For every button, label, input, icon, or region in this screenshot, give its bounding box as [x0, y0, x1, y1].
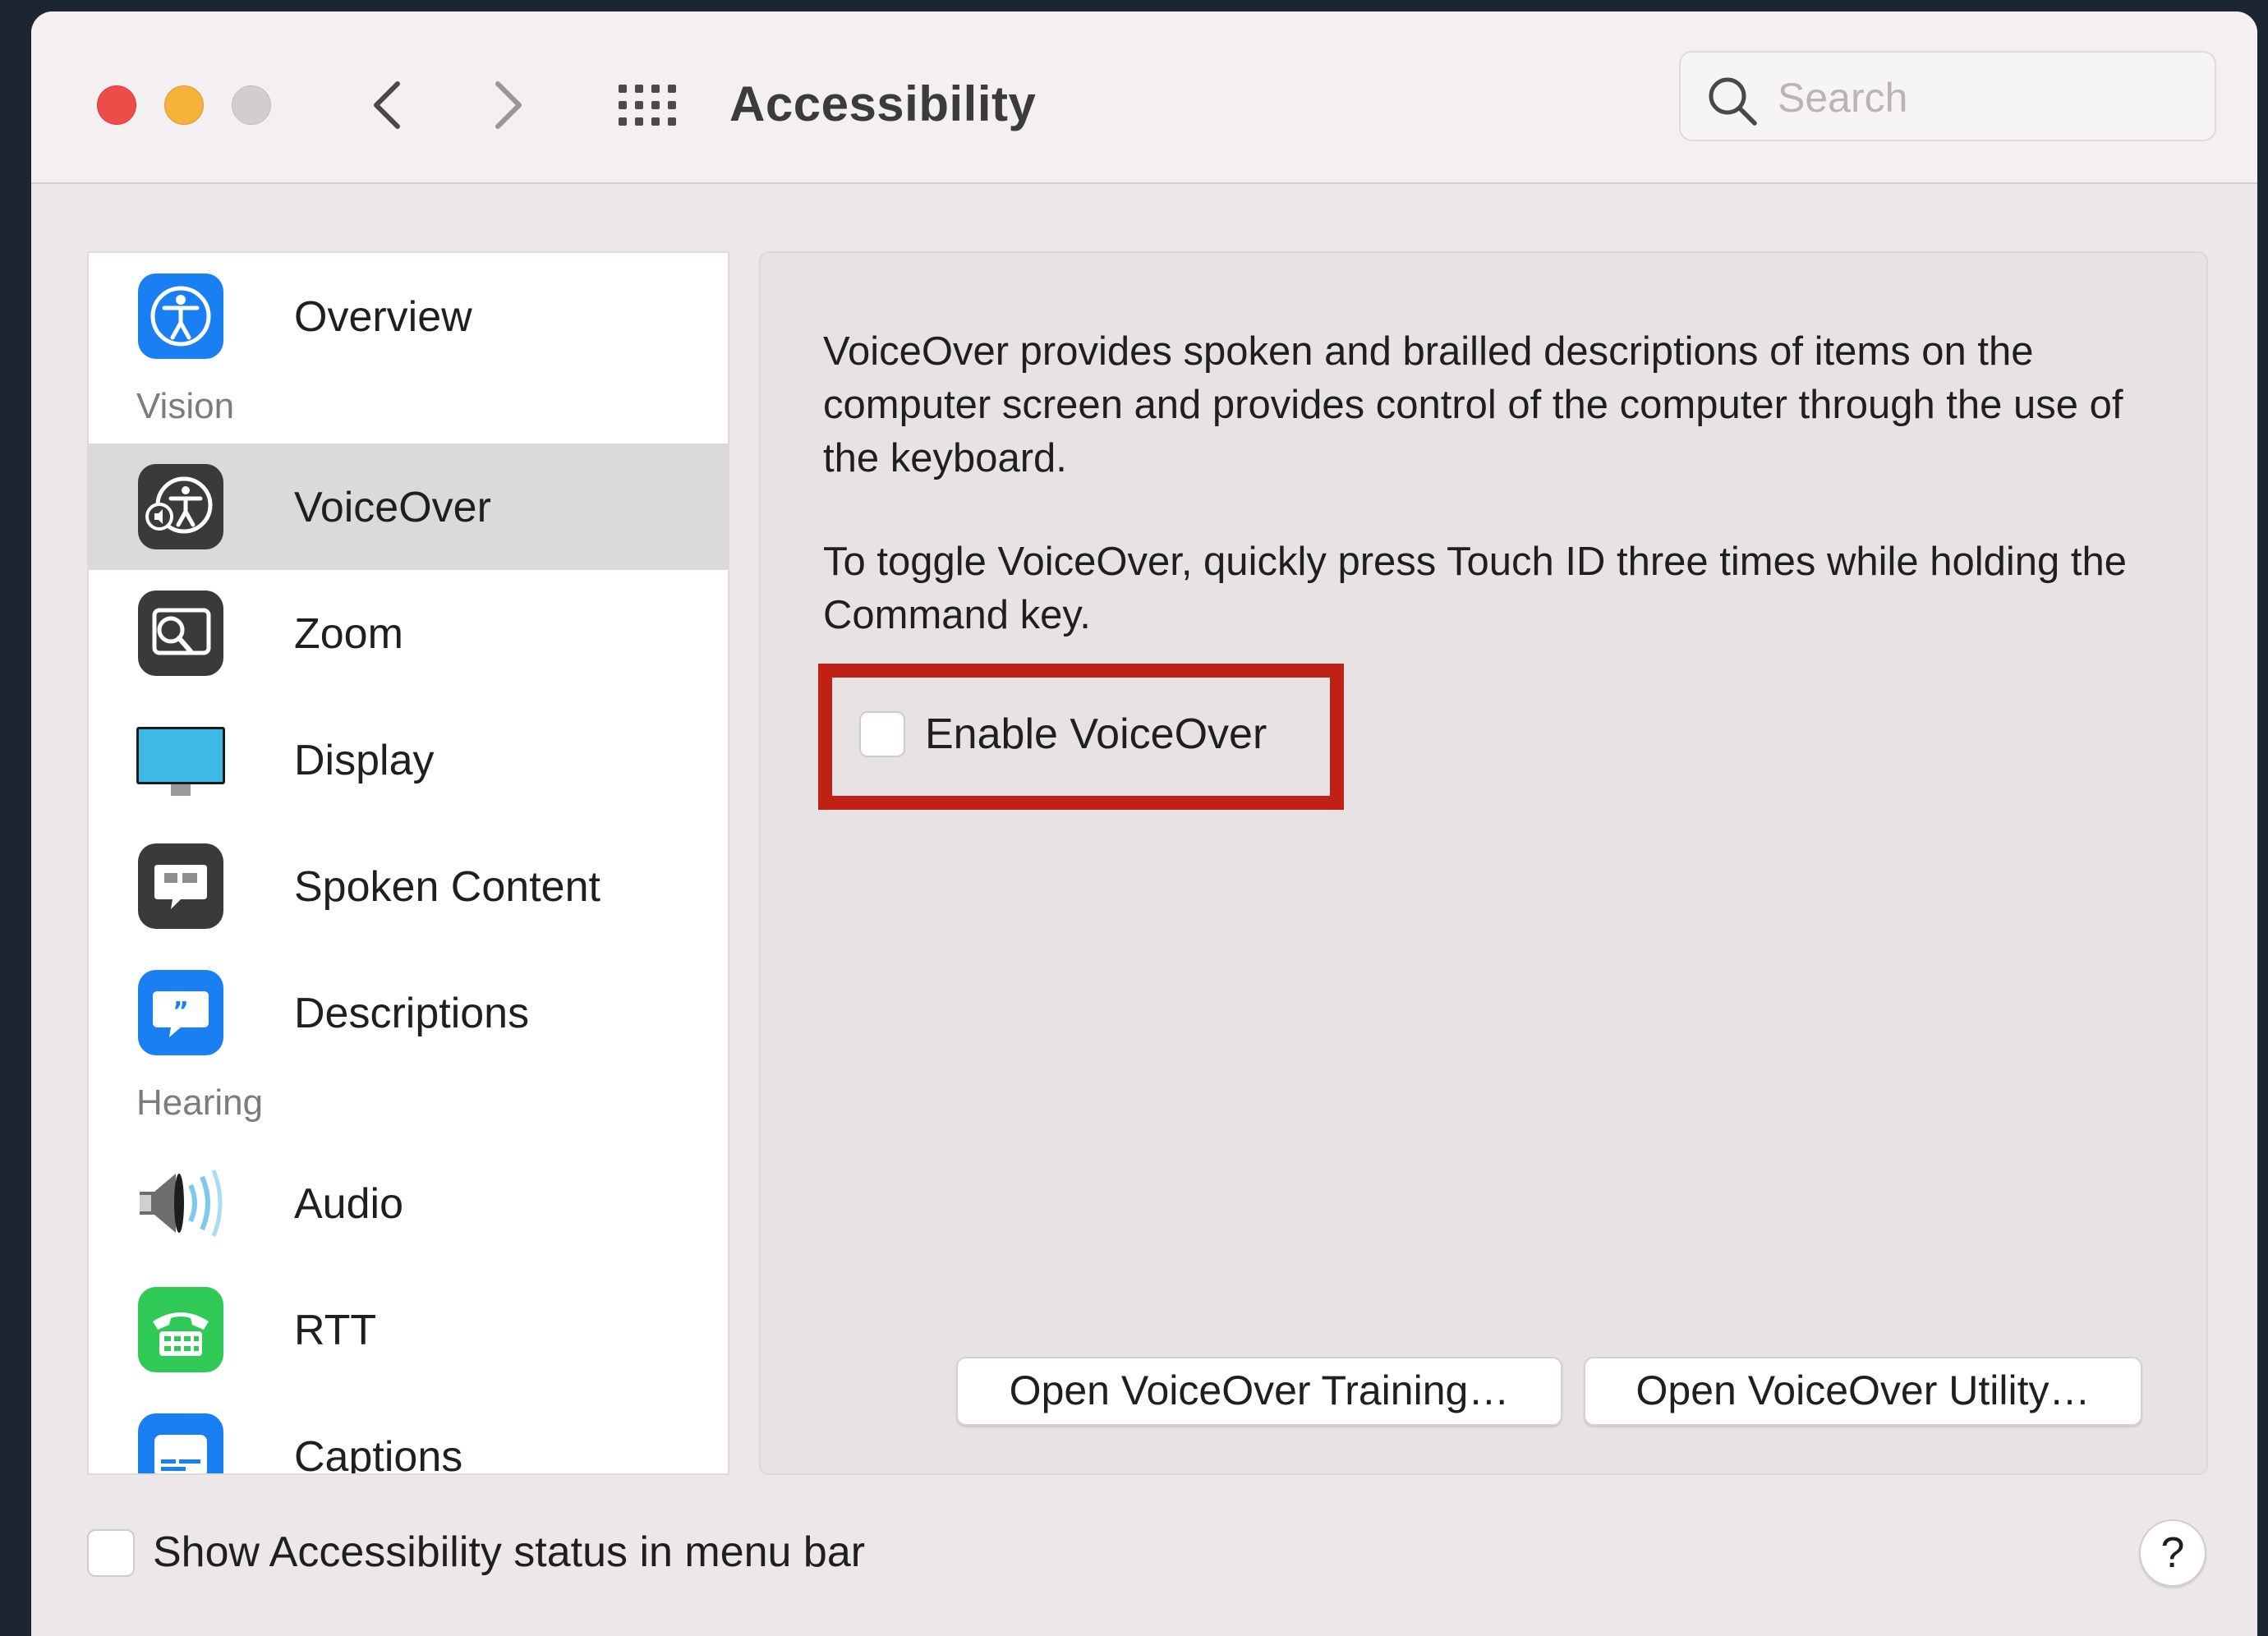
- show-all-grid-icon[interactable]: [617, 83, 681, 129]
- sidebar-item-display[interactable]: Display: [89, 696, 728, 823]
- minimize-button[interactable]: [164, 85, 204, 125]
- sidebar-section-hearing: Hearing: [136, 1082, 264, 1123]
- sidebar-item-voiceover[interactable]: VoiceOver: [89, 443, 728, 570]
- sidebar-item-captions[interactable]: Captions: [89, 1393, 728, 1475]
- close-button[interactable]: [97, 85, 136, 125]
- sidebar: Overview Vision VoiceOver Zoom Display S…: [87, 251, 729, 1475]
- zoom-icon: [138, 591, 223, 676]
- sidebar-item-rtt[interactable]: RTT: [89, 1266, 728, 1393]
- sidebar-item-label: Zoom: [294, 610, 403, 658]
- show-status-label[interactable]: Show Accessibility status in menu bar: [153, 1528, 865, 1577]
- sidebar-item-label: RTT: [294, 1307, 377, 1354]
- search-input[interactable]: [1778, 69, 2188, 126]
- open-voiceover-utility-button[interactable]: Open VoiceOver Utility…: [1584, 1357, 2142, 1426]
- speaker-icon: [140, 1170, 223, 1237]
- sidebar-item-spoken-content[interactable]: Spoken Content: [89, 823, 728, 949]
- sidebar-section-vision: Vision: [136, 386, 235, 426]
- search-icon: [1709, 77, 1757, 126]
- show-status-checkbox[interactable]: [87, 1529, 135, 1577]
- sidebar-item-label: Spoken Content: [294, 863, 600, 911]
- sidebar-item-label: Overview: [294, 293, 472, 341]
- zoom-button[interactable]: [232, 85, 271, 125]
- window-title: Accessibility: [729, 76, 1037, 131]
- enable-voiceover-label[interactable]: Enable VoiceOver: [925, 710, 1267, 759]
- voiceover-description: VoiceOver provides spoken and brailled d…: [823, 329, 2123, 480]
- enable-voiceover-checkbox[interactable]: [859, 711, 905, 757]
- sidebar-item-audio[interactable]: Audio: [89, 1140, 728, 1266]
- descriptions-icon: ”: [138, 970, 223, 1055]
- back-chevron-icon[interactable]: [361, 76, 411, 135]
- display-icon: [136, 727, 225, 796]
- rtt-phone-icon: [138, 1287, 223, 1372]
- preferences-window: Accessibility Overview Vision: [31, 11, 2257, 1636]
- svg-text:”: ”: [173, 997, 189, 1026]
- accessibility-person-icon: [138, 273, 223, 359]
- title-bar: Accessibility: [31, 11, 2257, 184]
- voiceover-pane: VoiceOver provides spoken and brailled d…: [759, 251, 2208, 1475]
- sidebar-item-label: Captions: [294, 1433, 463, 1475]
- sidebar-item-label: Audio: [294, 1180, 403, 1228]
- sidebar-item-label: Descriptions: [294, 990, 530, 1037]
- voiceover-icon: [138, 464, 223, 549]
- forward-chevron-icon[interactable]: [485, 76, 534, 135]
- search-field[interactable]: [1679, 51, 2216, 141]
- sidebar-item-zoom[interactable]: Zoom: [89, 570, 728, 696]
- sidebar-item-label: Display: [294, 737, 435, 784]
- sidebar-item-overview[interactable]: Overview: [89, 253, 728, 379]
- sidebar-item-label: VoiceOver: [294, 484, 491, 531]
- spoken-content-icon: [138, 843, 223, 929]
- voiceover-toggle-hint: To toggle VoiceOver, quickly press Touch…: [823, 540, 2127, 637]
- help-button[interactable]: ?: [2139, 1519, 2206, 1587]
- open-voiceover-training-button[interactable]: Open VoiceOver Training…: [956, 1357, 1562, 1426]
- captions-icon: [138, 1413, 223, 1473]
- sidebar-item-descriptions[interactable]: ” Descriptions: [89, 949, 728, 1076]
